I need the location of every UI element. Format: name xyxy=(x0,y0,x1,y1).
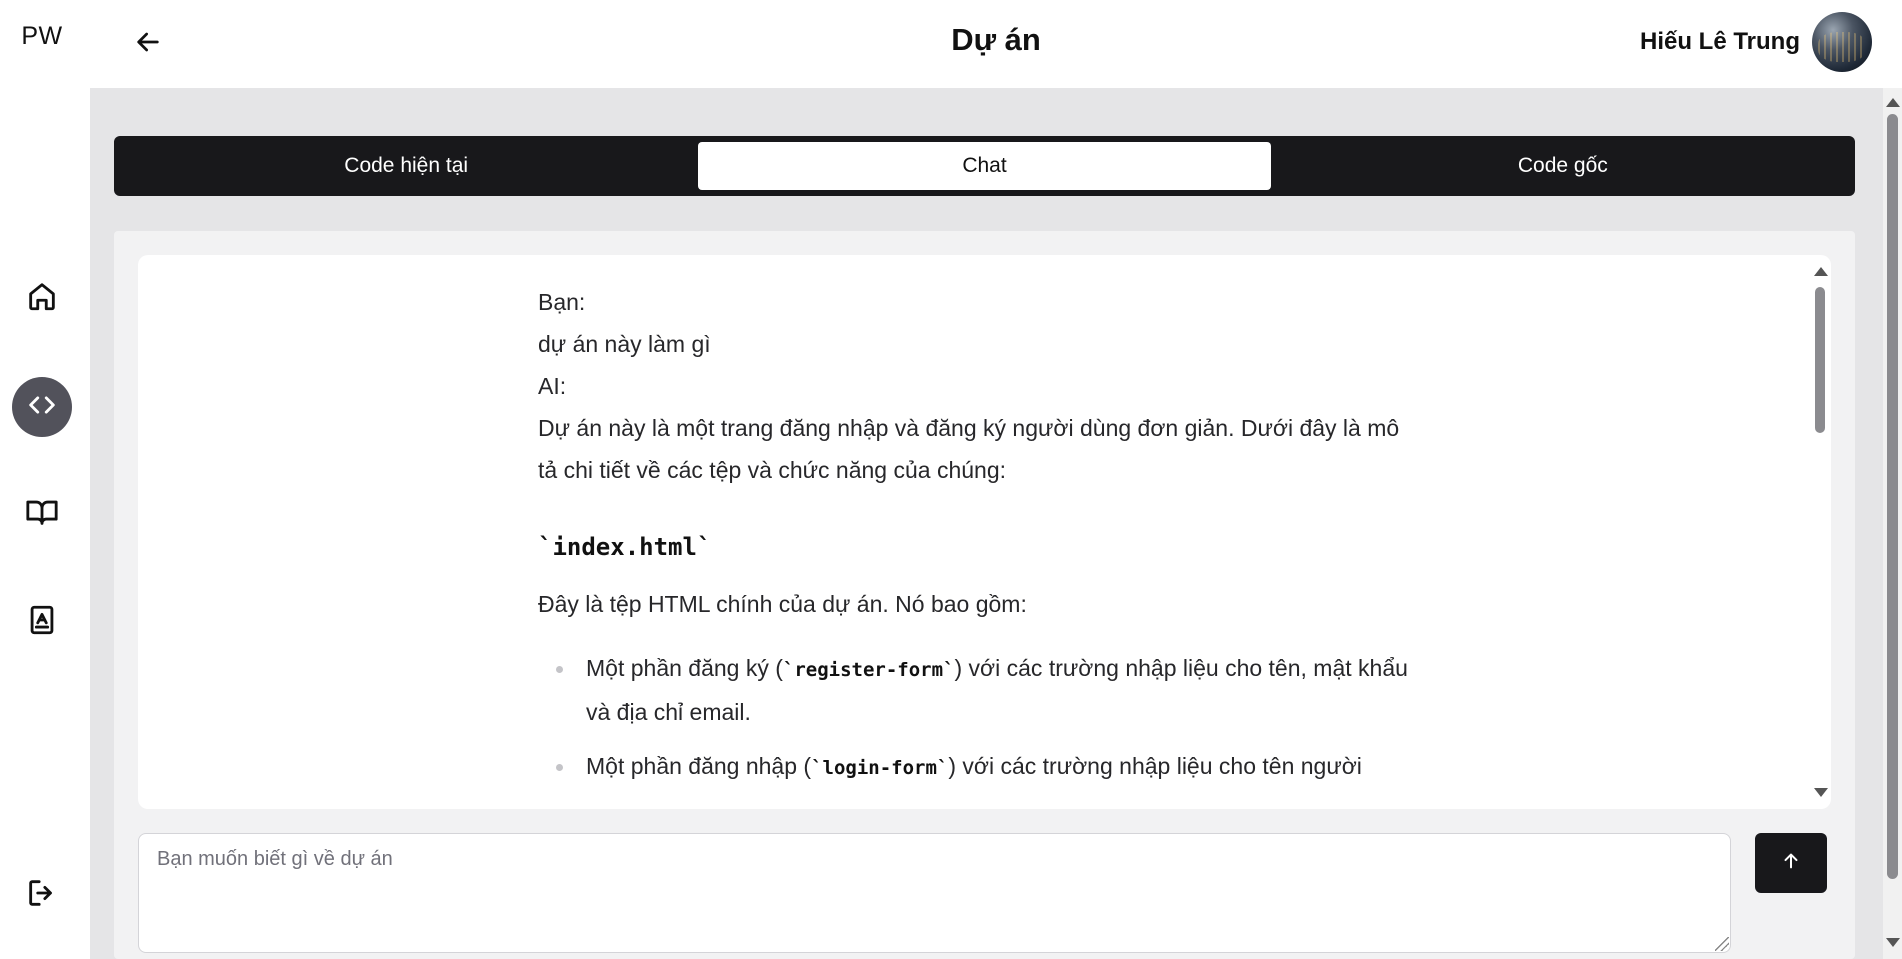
user-name: Hiếu Lê Trung xyxy=(1639,28,1800,55)
question-input[interactable] xyxy=(138,833,1731,953)
message-list: Bạn: dự án này làm gì AI: Dự án này là m… xyxy=(538,281,1408,801)
contact-book-icon xyxy=(25,603,59,642)
arrow-up-icon xyxy=(1780,850,1802,877)
ai-intro: Dự án này là một trang đăng nhập và đăng… xyxy=(538,415,1400,483)
page-scrollbar[interactable] xyxy=(1883,88,1902,959)
inline-code: `register-form` xyxy=(782,659,955,681)
scroll-thumb[interactable] xyxy=(1815,287,1825,433)
user-message: dự án này làm gì xyxy=(538,331,711,357)
list-item-text: ) với các trường nhập liệu cho tên người xyxy=(948,753,1362,779)
list-item-text: Một phần đăng nhập ( xyxy=(586,753,812,779)
page-scroll-down-arrow[interactable] xyxy=(1886,938,1900,947)
scroll-down-arrow[interactable] xyxy=(1814,788,1828,797)
send-button[interactable] xyxy=(1755,833,1827,893)
chat-messages: Bạn: dự án này làm gì AI: Dự án này là m… xyxy=(138,255,1831,809)
page-scroll-up-arrow[interactable] xyxy=(1886,98,1900,107)
code-icon xyxy=(25,388,59,427)
avatar[interactable] xyxy=(1812,12,1872,72)
file-description: Đây là tệp HTML chính của dự án. Nó bao … xyxy=(538,591,1027,617)
logout-button[interactable] xyxy=(12,865,72,925)
scroll-up-arrow[interactable] xyxy=(1814,267,1828,276)
ai-label: AI: xyxy=(538,373,567,399)
tab-bar: Code hiện tại Chat Code gốc xyxy=(114,136,1855,196)
page-scroll-thumb[interactable] xyxy=(1887,114,1898,879)
user-label: Bạn: xyxy=(538,289,586,315)
messages-scrollbar[interactable] xyxy=(1813,267,1828,797)
sidebar-item-home[interactable] xyxy=(12,268,72,328)
feature-list: Một phần đăng ký (`register-form` ) với c… xyxy=(538,647,1408,789)
book-open-icon xyxy=(25,495,59,534)
tab-original-code[interactable]: Code gốc xyxy=(1277,142,1849,190)
list-item: Một phần đăng ký (`register-form`) với c… xyxy=(538,647,1408,733)
header: Dự án Hiếu Lê Trung xyxy=(90,0,1902,88)
app-logo: PW xyxy=(21,22,63,50)
user-menu[interactable]: Hiếu Lê Trung xyxy=(1640,12,1872,72)
list-item: Một phần đăng nhập (`login-form`) với cá… xyxy=(538,745,1408,789)
main-content: Code hiện tại Chat Code gốc Bạn: dự án n… xyxy=(90,88,1883,959)
chat-panel: Bạn: dự án này làm gì AI: Dự án này là m… xyxy=(114,231,1855,959)
list-item-text: Một phần đăng ký ( xyxy=(586,655,783,681)
inline-code: `login-form` xyxy=(811,757,949,779)
home-icon xyxy=(25,279,59,318)
tab-chat[interactable]: Chat xyxy=(698,142,1271,190)
file-heading: `index.html` xyxy=(538,533,712,561)
tab-current-code[interactable]: Code hiện tại xyxy=(120,142,692,190)
sidebar-item-contacts[interactable] xyxy=(12,592,72,652)
sidebar-item-projects[interactable] xyxy=(12,377,72,437)
sidebar: PW xyxy=(0,0,90,959)
sidebar-item-docs[interactable] xyxy=(12,484,72,544)
logout-icon xyxy=(25,876,59,915)
page-title: Dự án xyxy=(951,22,1041,57)
